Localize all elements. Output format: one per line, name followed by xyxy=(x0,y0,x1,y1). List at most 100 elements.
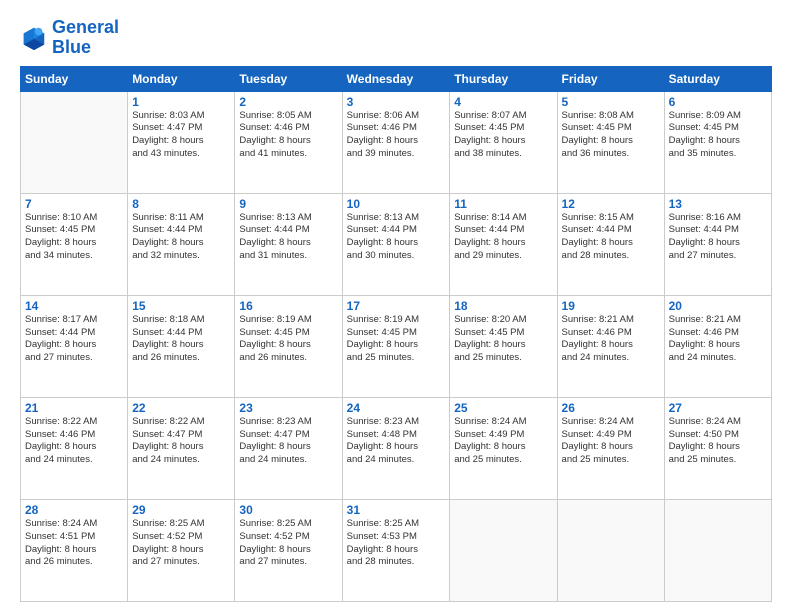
day-info: Sunrise: 8:19 AMSunset: 4:45 PMDaylight:… xyxy=(347,314,446,365)
calendar-cell: 30Sunrise: 8:25 AMSunset: 4:52 PMDayligh… xyxy=(235,499,342,601)
calendar-cell: 31Sunrise: 8:25 AMSunset: 4:53 PMDayligh… xyxy=(342,499,450,601)
calendar-cell: 7Sunrise: 8:10 AMSunset: 4:45 PMDaylight… xyxy=(21,193,128,295)
day-info: Sunrise: 8:13 AMSunset: 4:44 PMDaylight:… xyxy=(347,212,446,263)
day-number: 7 xyxy=(25,197,123,211)
day-info: Sunrise: 8:05 AMSunset: 4:46 PMDaylight:… xyxy=(239,110,337,161)
day-info: Sunrise: 8:17 AMSunset: 4:44 PMDaylight:… xyxy=(25,314,123,365)
day-info: Sunrise: 8:13 AMSunset: 4:44 PMDaylight:… xyxy=(239,212,337,263)
day-info: Sunrise: 8:16 AMSunset: 4:44 PMDaylight:… xyxy=(669,212,767,263)
calendar-cell: 18Sunrise: 8:20 AMSunset: 4:45 PMDayligh… xyxy=(450,295,557,397)
day-number: 14 xyxy=(25,299,123,313)
calendar-cell: 23Sunrise: 8:23 AMSunset: 4:47 PMDayligh… xyxy=(235,397,342,499)
weekday-header-monday: Monday xyxy=(128,66,235,91)
calendar-table: SundayMondayTuesdayWednesdayThursdayFrid… xyxy=(20,66,772,602)
day-info: Sunrise: 8:23 AMSunset: 4:48 PMDaylight:… xyxy=(347,416,446,467)
day-number: 12 xyxy=(562,197,660,211)
day-number: 24 xyxy=(347,401,446,415)
calendar-cell: 2Sunrise: 8:05 AMSunset: 4:46 PMDaylight… xyxy=(235,91,342,193)
day-number: 21 xyxy=(25,401,123,415)
calendar-cell: 11Sunrise: 8:14 AMSunset: 4:44 PMDayligh… xyxy=(450,193,557,295)
calendar-week-5: 28Sunrise: 8:24 AMSunset: 4:51 PMDayligh… xyxy=(21,499,772,601)
weekday-header-tuesday: Tuesday xyxy=(235,66,342,91)
day-info: Sunrise: 8:21 AMSunset: 4:46 PMDaylight:… xyxy=(562,314,660,365)
day-number: 5 xyxy=(562,95,660,109)
calendar-cell: 9Sunrise: 8:13 AMSunset: 4:44 PMDaylight… xyxy=(235,193,342,295)
calendar-cell xyxy=(664,499,771,601)
day-number: 19 xyxy=(562,299,660,313)
calendar-cell: 10Sunrise: 8:13 AMSunset: 4:44 PMDayligh… xyxy=(342,193,450,295)
day-info: Sunrise: 8:10 AMSunset: 4:45 PMDaylight:… xyxy=(25,212,123,263)
day-info: Sunrise: 8:25 AMSunset: 4:52 PMDaylight:… xyxy=(132,518,230,569)
day-number: 27 xyxy=(669,401,767,415)
day-number: 11 xyxy=(454,197,552,211)
calendar-cell: 20Sunrise: 8:21 AMSunset: 4:46 PMDayligh… xyxy=(664,295,771,397)
logo: General Blue xyxy=(20,18,119,58)
day-info: Sunrise: 8:22 AMSunset: 4:46 PMDaylight:… xyxy=(25,416,123,467)
day-info: Sunrise: 8:24 AMSunset: 4:51 PMDaylight:… xyxy=(25,518,123,569)
day-info: Sunrise: 8:11 AMSunset: 4:44 PMDaylight:… xyxy=(132,212,230,263)
calendar-cell: 15Sunrise: 8:18 AMSunset: 4:44 PMDayligh… xyxy=(128,295,235,397)
calendar-cell: 13Sunrise: 8:16 AMSunset: 4:44 PMDayligh… xyxy=(664,193,771,295)
day-number: 9 xyxy=(239,197,337,211)
day-info: Sunrise: 8:21 AMSunset: 4:46 PMDaylight:… xyxy=(669,314,767,365)
weekday-header-thursday: Thursday xyxy=(450,66,557,91)
calendar-cell xyxy=(557,499,664,601)
calendar-week-1: 1Sunrise: 8:03 AMSunset: 4:47 PMDaylight… xyxy=(21,91,772,193)
weekday-header-friday: Friday xyxy=(557,66,664,91)
logo-icon xyxy=(20,24,48,52)
calendar-cell: 12Sunrise: 8:15 AMSunset: 4:44 PMDayligh… xyxy=(557,193,664,295)
day-info: Sunrise: 8:15 AMSunset: 4:44 PMDaylight:… xyxy=(562,212,660,263)
day-number: 8 xyxy=(132,197,230,211)
day-info: Sunrise: 8:18 AMSunset: 4:44 PMDaylight:… xyxy=(132,314,230,365)
day-info: Sunrise: 8:07 AMSunset: 4:45 PMDaylight:… xyxy=(454,110,552,161)
weekday-header-wednesday: Wednesday xyxy=(342,66,450,91)
calendar-cell: 25Sunrise: 8:24 AMSunset: 4:49 PMDayligh… xyxy=(450,397,557,499)
day-info: Sunrise: 8:23 AMSunset: 4:47 PMDaylight:… xyxy=(239,416,337,467)
day-number: 31 xyxy=(347,503,446,517)
calendar-cell: 28Sunrise: 8:24 AMSunset: 4:51 PMDayligh… xyxy=(21,499,128,601)
day-info: Sunrise: 8:03 AMSunset: 4:47 PMDaylight:… xyxy=(132,110,230,161)
header: General Blue xyxy=(20,18,772,58)
day-number: 2 xyxy=(239,95,337,109)
calendar-cell: 3Sunrise: 8:06 AMSunset: 4:46 PMDaylight… xyxy=(342,91,450,193)
calendar-body: 1Sunrise: 8:03 AMSunset: 4:47 PMDaylight… xyxy=(21,91,772,601)
calendar-cell: 22Sunrise: 8:22 AMSunset: 4:47 PMDayligh… xyxy=(128,397,235,499)
day-number: 26 xyxy=(562,401,660,415)
day-info: Sunrise: 8:24 AMSunset: 4:49 PMDaylight:… xyxy=(454,416,552,467)
weekday-header-sunday: Sunday xyxy=(21,66,128,91)
day-number: 10 xyxy=(347,197,446,211)
day-info: Sunrise: 8:06 AMSunset: 4:46 PMDaylight:… xyxy=(347,110,446,161)
calendar-cell: 26Sunrise: 8:24 AMSunset: 4:49 PMDayligh… xyxy=(557,397,664,499)
calendar-cell: 6Sunrise: 8:09 AMSunset: 4:45 PMDaylight… xyxy=(664,91,771,193)
day-number: 18 xyxy=(454,299,552,313)
calendar-cell: 21Sunrise: 8:22 AMSunset: 4:46 PMDayligh… xyxy=(21,397,128,499)
calendar-cell: 5Sunrise: 8:08 AMSunset: 4:45 PMDaylight… xyxy=(557,91,664,193)
calendar-cell: 14Sunrise: 8:17 AMSunset: 4:44 PMDayligh… xyxy=(21,295,128,397)
day-number: 23 xyxy=(239,401,337,415)
weekday-header-saturday: Saturday xyxy=(664,66,771,91)
day-number: 29 xyxy=(132,503,230,517)
weekday-header-row: SundayMondayTuesdayWednesdayThursdayFrid… xyxy=(21,66,772,91)
day-info: Sunrise: 8:09 AMSunset: 4:45 PMDaylight:… xyxy=(669,110,767,161)
day-number: 13 xyxy=(669,197,767,211)
calendar-cell: 19Sunrise: 8:21 AMSunset: 4:46 PMDayligh… xyxy=(557,295,664,397)
calendar-cell: 4Sunrise: 8:07 AMSunset: 4:45 PMDaylight… xyxy=(450,91,557,193)
day-number: 30 xyxy=(239,503,337,517)
calendar-week-4: 21Sunrise: 8:22 AMSunset: 4:46 PMDayligh… xyxy=(21,397,772,499)
day-number: 6 xyxy=(669,95,767,109)
day-number: 1 xyxy=(132,95,230,109)
day-info: Sunrise: 8:25 AMSunset: 4:53 PMDaylight:… xyxy=(347,518,446,569)
calendar-cell xyxy=(450,499,557,601)
calendar-cell: 17Sunrise: 8:19 AMSunset: 4:45 PMDayligh… xyxy=(342,295,450,397)
calendar-cell: 8Sunrise: 8:11 AMSunset: 4:44 PMDaylight… xyxy=(128,193,235,295)
day-number: 4 xyxy=(454,95,552,109)
page: General Blue SundayMondayTuesdayWednesda… xyxy=(0,0,792,612)
day-info: Sunrise: 8:20 AMSunset: 4:45 PMDaylight:… xyxy=(454,314,552,365)
day-info: Sunrise: 8:08 AMSunset: 4:45 PMDaylight:… xyxy=(562,110,660,161)
calendar-week-3: 14Sunrise: 8:17 AMSunset: 4:44 PMDayligh… xyxy=(21,295,772,397)
calendar-cell xyxy=(21,91,128,193)
day-number: 25 xyxy=(454,401,552,415)
day-info: Sunrise: 8:19 AMSunset: 4:45 PMDaylight:… xyxy=(239,314,337,365)
day-info: Sunrise: 8:24 AMSunset: 4:49 PMDaylight:… xyxy=(562,416,660,467)
day-info: Sunrise: 8:22 AMSunset: 4:47 PMDaylight:… xyxy=(132,416,230,467)
